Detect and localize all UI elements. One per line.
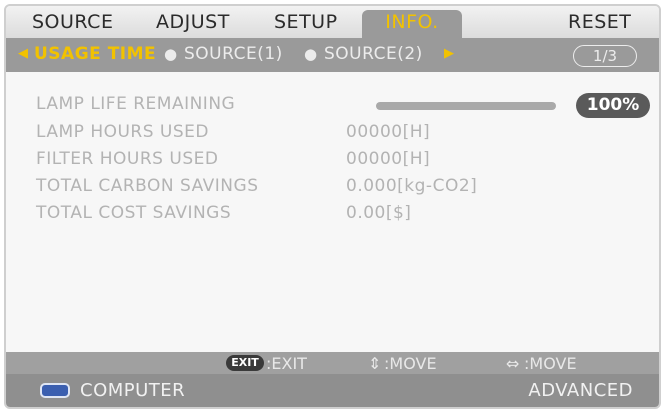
left-right-arrow-icon: ⇔ — [506, 354, 520, 373]
separator-dot: ● — [164, 45, 178, 63]
menu-bar: SOURCE ADJUST SETUP INFO. RESET — [6, 6, 659, 38]
computer-source-icon — [40, 383, 70, 398]
carbon-savings-label: TOTAL CARBON SAVINGS — [36, 176, 259, 196]
lamp-hours-label: LAMP HOURS USED — [36, 122, 209, 142]
cost-savings-label: TOTAL COST SAVINGS — [36, 203, 232, 223]
exit-hint: :EXIT — [266, 354, 307, 373]
lamp-life-bar-fill — [376, 102, 556, 110]
cost-savings-value: 0.00[$] — [346, 203, 412, 223]
separator-dot: ● — [304, 45, 318, 63]
submenu-usage-time[interactable]: USAGE TIME — [34, 44, 156, 64]
lamp-life-percent: 100% — [576, 93, 650, 118]
tab-adjust[interactable]: ADJUST — [156, 10, 230, 34]
filter-hours-value: 00000[H] — [346, 149, 431, 169]
key-hints-bar: EXIT :EXIT ⇕ :MOVE ⇔ :MOVE — [6, 352, 659, 374]
filter-hours-label: FILTER HOURS USED — [36, 149, 219, 169]
tab-reset[interactable]: RESET — [568, 10, 631, 34]
input-source: COMPUTER — [80, 380, 186, 401]
submenu-bar: ◀ USAGE TIME ● SOURCE(1) ● SOURCE(2) ▶ 1… — [6, 38, 659, 72]
right-arrow-icon[interactable]: ▶ — [444, 46, 454, 61]
carbon-savings-value: 0.000[kg-CO2] — [346, 176, 478, 196]
tab-source[interactable]: SOURCE — [32, 10, 113, 34]
menu-mode: ADVANCED — [528, 380, 633, 401]
up-down-arrow-icon: ⇕ — [368, 354, 382, 373]
tab-info[interactable]: INFO. — [362, 10, 462, 38]
projector-menu: SOURCE ADJUST SETUP INFO. RESET ◀ USAGE … — [4, 4, 661, 409]
lamp-hours-value: 00000[H] — [346, 122, 431, 142]
submenu-source-1[interactable]: SOURCE(1) — [184, 44, 283, 64]
move-hint: :MOVE — [384, 354, 437, 373]
lamp-life-bar — [376, 102, 556, 110]
lamp-life-label: LAMP LIFE REMAINING — [36, 94, 236, 114]
left-arrow-icon[interactable]: ◀ — [18, 46, 28, 61]
move-hint-2: :MOVE — [524, 354, 577, 373]
exit-key-badge: EXIT — [226, 355, 264, 371]
page-indicator: 1/3 — [573, 45, 637, 67]
usage-time-panel: LAMP LIFE REMAINING 100% LAMP HOURS USED… — [6, 72, 659, 352]
status-bar: COMPUTER ADVANCED — [6, 374, 659, 407]
tab-setup[interactable]: SETUP — [274, 10, 338, 34]
submenu-source-2[interactable]: SOURCE(2) — [324, 44, 423, 64]
